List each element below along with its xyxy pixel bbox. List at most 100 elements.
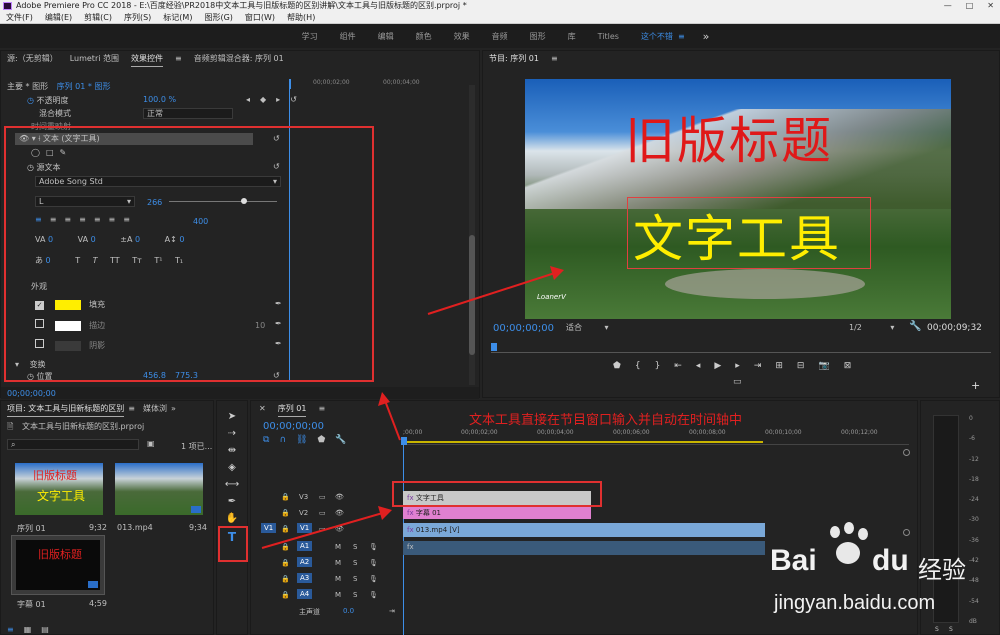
tab-audio-mixer[interactable]: 音频剪辑混合器: 序列 01 <box>194 51 284 67</box>
add-marker-icon[interactable]: ⬟ <box>613 361 621 371</box>
ripple-edit-tool-icon[interactable]: ⇹ <box>228 445 236 456</box>
step-back-icon[interactable]: ◂ <box>696 361 701 371</box>
menu-graphics[interactable]: 图形(G) <box>198 12 238 23</box>
thumb-sequence[interactable]: 旧版标题 文字工具 <box>15 463 103 515</box>
razor-tool-icon[interactable]: ◈ <box>228 462 236 473</box>
overwrite-icon[interactable]: ⊟ <box>797 361 805 371</box>
mic-icon-a1[interactable]: 🎙 <box>369 543 378 551</box>
solo-a3[interactable]: S <box>353 575 357 583</box>
master-volume-value[interactable]: 0.0 <box>343 607 354 615</box>
timeline-timecode[interactable]: 00;00;00;00 <box>263 421 324 432</box>
track-sync-icon-a1[interactable]: 🔒 <box>281 543 290 551</box>
resolution-dropdown[interactable]: 1/2 ▾ <box>849 323 899 332</box>
timeline-ruler[interactable]: ;00;00 00;00;02;00 00;00;04;00 00;00;06;… <box>401 429 909 445</box>
effect-timecode[interactable]: 00;00;00;00 <box>7 389 56 398</box>
list-view-icon[interactable]: ≡ <box>7 625 14 634</box>
mark-out-icon[interactable]: } <box>655 361 661 371</box>
safe-margins-icon[interactable]: ▭ <box>733 377 742 387</box>
menu-marker[interactable]: 标记(M) <box>157 12 198 23</box>
project-search-input[interactable]: ⌕ <box>7 439 139 450</box>
next-keyframe-icon[interactable]: ▸ <box>276 95 280 104</box>
workspace-learn[interactable]: 学习 <box>291 31 329 42</box>
comparison-view-icon[interactable]: ⊠ <box>844 361 852 371</box>
linked-selection-icon[interactable]: ⛓ <box>296 435 307 445</box>
clip-video[interactable]: fx 013.mp4 [V] <box>403 523 765 537</box>
tab-lumetri-scopes[interactable]: Lumetri 范围 <box>70 51 119 67</box>
timeline-menu-icon[interactable]: ≡ <box>318 401 325 417</box>
menu-file[interactable]: 文件(F) <box>0 12 39 23</box>
workspace-graphics[interactable]: 图形 <box>519 31 557 42</box>
nest-icon[interactable]: ⧉ <box>263 435 269 445</box>
track-sync-icon-a4[interactable]: 🔒 <box>281 591 290 599</box>
export-frame-icon[interactable]: 📷 <box>818 361 829 371</box>
snap-icon[interactable]: ∩ <box>279 435 286 445</box>
track-output-icon-v1[interactable]: ▭ <box>319 525 326 533</box>
track-output-icon-v2[interactable]: ▭ <box>319 509 326 517</box>
menu-clip[interactable]: 剪辑(C) <box>78 12 118 23</box>
program-playhead[interactable] <box>491 343 497 351</box>
track-header-v1[interactable]: V1 V1 🔒 ▭ 👁 <box>251 523 401 537</box>
track-sync-icon-a2[interactable]: 🔒 <box>281 559 290 567</box>
track-output-icon-v3[interactable]: ▭ <box>319 493 326 501</box>
solo-a4[interactable]: S <box>353 591 357 599</box>
track-eye-icon-v3[interactable]: 👁 <box>335 493 344 501</box>
button-editor-icon[interactable]: + <box>971 379 980 392</box>
workspace-audio[interactable]: 音频 <box>481 31 519 42</box>
track-header-v2[interactable]: V2 🔒 ▭ 👁 <box>251 507 401 521</box>
mic-icon-a3[interactable]: 🎙 <box>369 575 378 583</box>
track-header-a3[interactable]: A3 🔒 M S 🎙 <box>251 573 401 587</box>
insert-icon[interactable]: ⊞ <box>775 361 783 371</box>
pen-tool-icon[interactable]: ✒ <box>228 496 236 507</box>
clip-audio[interactable]: fx <box>403 541 765 555</box>
maximize-icon[interactable]: □ <box>966 0 974 12</box>
tab-project[interactable]: 项目: 文本工具与旧新标题的区别 <box>7 401 125 417</box>
track-eye-icon-v2[interactable]: 👁 <box>335 509 344 517</box>
stopwatch-icon[interactable]: ◷ <box>27 96 34 105</box>
close-icon[interactable]: ✕ <box>987 0 994 12</box>
workspace-editing[interactable]: 编辑 <box>367 31 405 42</box>
thumb-title[interactable]: 旧版标题 <box>11 535 105 595</box>
blend-dropdown[interactable]: 正常 <box>143 108 233 119</box>
selection-tool-icon[interactable]: ➤ <box>228 411 236 422</box>
timeline-close-icon[interactable]: ✕ <box>259 401 266 417</box>
item-name-video[interactable]: 013.mp4 <box>117 523 153 532</box>
tab-effect-controls[interactable]: 效果控件 <box>131 51 163 67</box>
minimize-icon[interactable]: — <box>944 0 952 12</box>
step-forward-icon[interactable]: ▸ <box>735 361 740 371</box>
track-sync-icon-v2[interactable]: 🔒 <box>281 509 290 517</box>
timeline-playhead-handle[interactable] <box>401 437 407 445</box>
track-sync-icon-v1[interactable]: 🔒 <box>281 525 290 533</box>
add-keyframe-icon[interactable]: ◆ <box>260 95 266 104</box>
tab-media-browser[interactable]: 媒体浏 <box>143 401 167 417</box>
track-sync-icon-v3[interactable]: 🔒 <box>281 493 290 501</box>
icon-view-icon[interactable]: ▦ <box>24 625 32 634</box>
thumb-video[interactable] <box>115 463 203 515</box>
workspace-color[interactable]: 颜色 <box>405 31 443 42</box>
play-icon[interactable]: ▶ <box>714 361 721 371</box>
fit-dropdown[interactable]: 适合 ▾ <box>563 323 615 334</box>
add-marker-timeline-icon[interactable]: ⬟ <box>317 435 325 445</box>
track-eye-icon-v1[interactable]: 👁 <box>335 525 344 533</box>
track-header-a1[interactable]: A1 🔒 M S 🎙 <box>251 541 401 555</box>
tab-menu-icon[interactable]: ≡ <box>175 51 182 67</box>
track-header-a4[interactable]: A4 🔒 M S 🎙 <box>251 589 401 603</box>
tab-sequence[interactable]: 序列 01 <box>277 401 307 417</box>
track-header-master[interactable]: 主声道 0.0 ⇥ <box>251 605 401 619</box>
mic-icon-a2[interactable]: 🎙 <box>369 559 378 567</box>
program-title[interactable]: 节目: 序列 01 <box>489 51 539 67</box>
workspace-custom[interactable]: 这个不错 <box>630 31 684 42</box>
item-name-title[interactable]: 字幕 01 <box>17 599 46 610</box>
workspace-assembly[interactable]: 组件 <box>329 31 367 42</box>
project-more-icon[interactable]: » <box>171 401 176 417</box>
new-bin-icon[interactable]: ▣ <box>147 439 155 448</box>
effect-scrollbar-thumb[interactable] <box>469 235 475 355</box>
solo-a2[interactable]: S <box>353 559 357 567</box>
solo-a1[interactable]: S <box>353 543 357 551</box>
clip-title[interactable]: fx 字幕 01 <box>403 507 591 519</box>
track-header-a2[interactable]: A2 🔒 M S 🎙 <box>251 557 401 571</box>
track-sync-icon-a3[interactable]: 🔒 <box>281 575 290 583</box>
workspace-titles[interactable]: Titles <box>587 32 630 41</box>
effect-scrollbar[interactable] <box>469 85 475 385</box>
timeline-scroll-top-handle[interactable] <box>903 449 910 456</box>
path-seq[interactable]: 序列 01 * 图形 <box>57 82 111 91</box>
